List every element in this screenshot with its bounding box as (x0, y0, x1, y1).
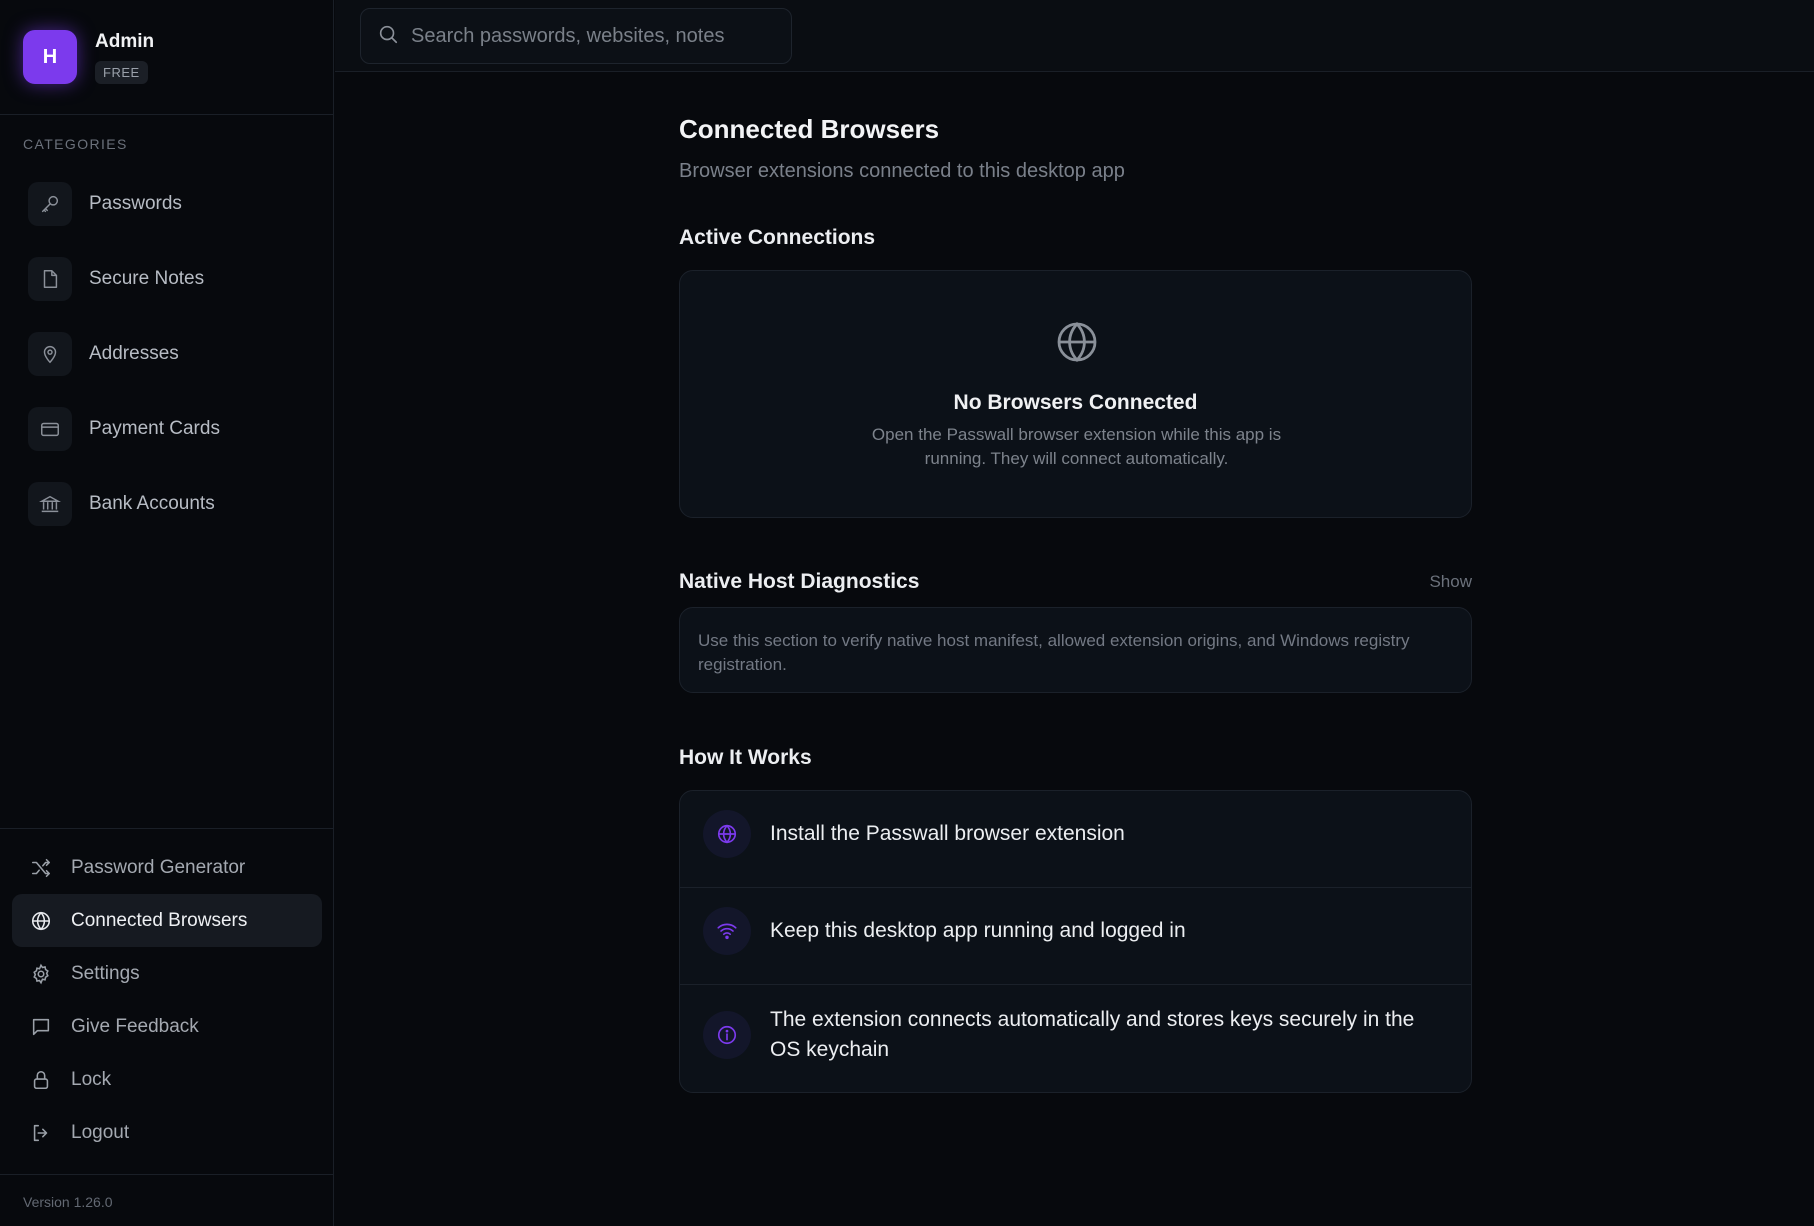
profile-info: Admin FREE (95, 31, 154, 84)
nav-label: Give Feedback (71, 1015, 199, 1037)
search-box[interactable] (360, 8, 792, 64)
how-it-works-card: Install the Passwall browser extension K… (679, 790, 1472, 1093)
empty-state-card: No Browsers Connected Open the Passwall … (679, 270, 1472, 518)
diagnostics-heading: Native Host Diagnostics (679, 570, 920, 593)
step-divider (680, 887, 1471, 888)
key-icon (28, 182, 72, 226)
sidebar-item-label: Secure Notes (89, 268, 205, 289)
empty-state-title: No Browsers Connected (953, 391, 1198, 414)
nav-settings[interactable]: Settings (12, 947, 322, 1000)
search-icon (377, 23, 399, 50)
top-bar (335, 0, 1814, 72)
sidebar-item-label: Payment Cards (89, 418, 220, 439)
page-subtitle: Browser extensions connected to this des… (679, 160, 1125, 182)
bottom-nav: Password Generator Connected Browsers Se… (0, 828, 334, 1159)
step-text: The extension connects automatically and… (770, 1008, 1415, 1061)
step-item: Keep this desktop app running and logged… (680, 907, 1471, 955)
step-text: Keep this desktop app running and logged… (770, 919, 1186, 942)
bank-icon (28, 482, 72, 526)
globe-icon (29, 909, 53, 933)
diagnostics-text: Use this section to verify native host m… (698, 631, 1410, 674)
globe-icon (1053, 318, 1101, 371)
step-text: Install the Passwall browser extension (770, 822, 1125, 845)
nav-password-generator[interactable]: Password Generator (12, 841, 322, 894)
wifi-icon (703, 907, 751, 955)
sidebar: H Admin FREE CATEGORIES Passwords Secure… (0, 0, 334, 1226)
avatar[interactable]: H (23, 30, 77, 84)
logout-icon (29, 1121, 53, 1145)
sidebar-item-passwords[interactable]: Passwords (28, 182, 220, 226)
profile-header: H Admin FREE (0, 0, 333, 115)
nav-lock[interactable]: Lock (12, 1053, 322, 1106)
nav-logout[interactable]: Logout (12, 1106, 322, 1159)
sidebar-item-label: Passwords (89, 193, 182, 214)
nav-label: Lock (71, 1068, 112, 1090)
category-list: Passwords Secure Notes Addresses Payment… (28, 182, 220, 557)
active-connections-heading: Active Connections (679, 226, 876, 249)
step-divider (680, 984, 1471, 985)
nav-give-feedback[interactable]: Give Feedback (12, 1000, 322, 1053)
sidebar-item-payment-cards[interactable]: Payment Cards (28, 407, 220, 451)
sidebar-item-bank-accounts[interactable]: Bank Accounts (28, 482, 220, 526)
plan-badge: FREE (95, 60, 148, 84)
nav-label: Password Generator (71, 856, 246, 878)
diagnostics-card: Use this section to verify native host m… (679, 607, 1472, 693)
message-icon (29, 1015, 53, 1039)
step-item: Install the Passwall browser extension (680, 810, 1471, 858)
nav-label: Logout (71, 1121, 130, 1143)
shuffle-icon (29, 856, 53, 880)
sidebar-item-addresses[interactable]: Addresses (28, 332, 220, 376)
how-it-works-heading: How It Works (679, 746, 812, 769)
globe-icon (703, 810, 751, 858)
sidebar-item-label: Addresses (89, 343, 179, 364)
sidebar-item-label: Bank Accounts (89, 493, 215, 514)
page-title: Connected Browsers (679, 114, 940, 144)
version-label: Version 1.26.0 (0, 1174, 334, 1226)
note-icon (28, 257, 72, 301)
gear-icon (29, 962, 53, 986)
diagnostics-show-toggle[interactable]: Show (1429, 572, 1472, 592)
map-pin-icon (28, 332, 72, 376)
sidebar-item-secure-notes[interactable]: Secure Notes (28, 257, 220, 301)
profile-name: Admin (95, 30, 155, 52)
nav-label: Connected Browsers (71, 909, 248, 931)
nav-label: Settings (71, 962, 140, 984)
search-input[interactable] (411, 24, 771, 48)
categories-title: CATEGORIES (23, 136, 128, 152)
empty-state-description: Open the Passwall browser extension whil… (871, 425, 1282, 468)
lock-icon (29, 1068, 53, 1092)
nav-connected-browsers[interactable]: Connected Browsers (12, 894, 322, 947)
credit-card-icon (28, 407, 72, 451)
info-icon (703, 1011, 751, 1059)
step-item: The extension connects automatically and… (680, 1005, 1471, 1065)
